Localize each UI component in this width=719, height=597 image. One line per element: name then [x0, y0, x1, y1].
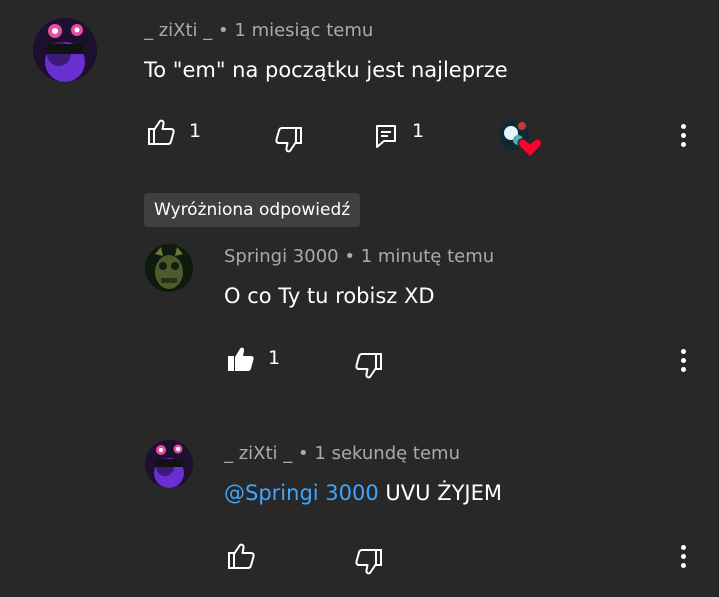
- reply-text: O co Ty tu robisz XD: [224, 284, 435, 308]
- reply-meta: _ ziXti _ • 1 sekundę temu: [224, 443, 460, 464]
- reply-meta: Springi 3000 • 1 minutę temu: [224, 246, 494, 267]
- more-options-button[interactable]: [681, 124, 687, 150]
- more-options-button[interactable]: [681, 545, 687, 571]
- like-icon[interactable]: [146, 118, 176, 146]
- reply-text-body: UVU ŻYJEM: [378, 481, 502, 505]
- comment-text: To "em" na początku jest najleprze: [144, 58, 508, 82]
- more-options-button[interactable]: [681, 349, 687, 375]
- reply-author[interactable]: _ ziXti _: [224, 443, 292, 464]
- dislike-icon[interactable]: [354, 352, 384, 380]
- reply-icon[interactable]: [374, 123, 398, 149]
- avatar[interactable]: [33, 18, 97, 82]
- avatar[interactable]: [145, 440, 193, 488]
- reply-time[interactable]: 1 minutę temu: [361, 246, 494, 267]
- comment-author[interactable]: _ ziXti _: [144, 20, 212, 41]
- meta-separator: •: [298, 443, 309, 464]
- like-icon[interactable]: [226, 542, 256, 570]
- dislike-icon[interactable]: [274, 126, 304, 154]
- creator-heart: [498, 118, 543, 159]
- like-count: 1: [268, 347, 281, 369]
- reply-text: @Springi 3000 UVU ŻYJEM: [224, 481, 502, 505]
- reply-time[interactable]: 1 sekundę temu: [314, 443, 460, 464]
- mention-link[interactable]: @Springi 3000: [224, 481, 379, 505]
- reply-author[interactable]: Springi 3000: [224, 246, 339, 267]
- like-count: 1: [189, 120, 202, 142]
- comment-time[interactable]: 1 miesiąc temu: [234, 20, 373, 41]
- reply-count: 1: [412, 120, 425, 142]
- meta-separator: •: [218, 20, 229, 41]
- like-icon-filled[interactable]: [226, 345, 256, 373]
- meta-separator: •: [344, 246, 355, 267]
- heart-icon: [517, 138, 543, 159]
- highlighted-reply-badge: Wyróżniona odpowiedź: [144, 193, 361, 227]
- comment-meta: _ ziXti _ • 1 miesiąc temu: [144, 20, 373, 41]
- dislike-icon[interactable]: [354, 548, 384, 576]
- avatar[interactable]: [145, 244, 193, 292]
